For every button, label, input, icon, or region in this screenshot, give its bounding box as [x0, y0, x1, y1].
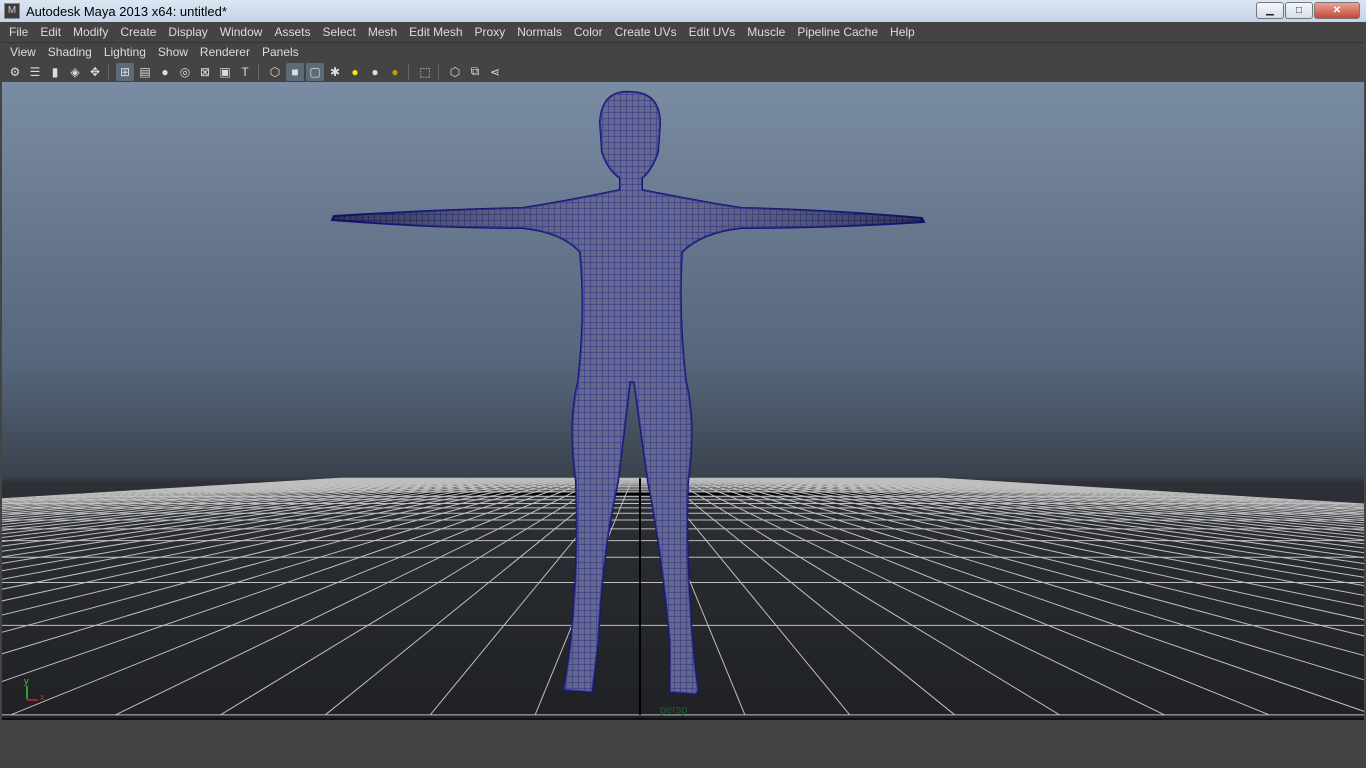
mesh-body [330, 90, 926, 696]
camera-attributes-icon[interactable]: ☰ [26, 63, 44, 81]
bookmark-icon[interactable]: ▮ [46, 63, 64, 81]
smooth-shade-icon[interactable]: ■ [286, 62, 304, 81]
window-title: Autodesk Maya 2013 x64: untitled* [26, 3, 227, 19]
menu-file[interactable]: File [3, 25, 34, 39]
close-button[interactable]: ✕ [1314, 2, 1360, 19]
isolate-select-icon[interactable]: ⬚ [416, 63, 434, 81]
high-quality-icon[interactable]: ● [386, 63, 404, 81]
use-all-lights-icon[interactable]: ● [346, 63, 364, 81]
textured-icon[interactable]: ✱ [326, 63, 344, 81]
menu-display[interactable]: Display [162, 25, 213, 39]
safe-action-icon[interactable]: ▣ [216, 63, 234, 81]
panel-menu-view[interactable]: View [4, 45, 42, 59]
menu-proxy[interactable]: Proxy [469, 25, 512, 39]
main-menu-bar: File Edit Modify Create Display Window Assets S… [0, 22, 1366, 42]
wireframe-icon[interactable]: ⬡ [266, 63, 284, 81]
panel-menu-lighting[interactable]: Lighting [98, 45, 152, 59]
select-camera-icon[interactable]: ⚙ [6, 63, 24, 81]
field-chart-icon[interactable]: ⊠ [196, 63, 214, 81]
xray-icon[interactable]: ⬡ [446, 63, 464, 81]
resolution-gate-icon[interactable]: ● [156, 63, 174, 81]
menu-window[interactable]: Window [214, 25, 269, 39]
axis-y-label: y [24, 676, 29, 686]
camera-label: persp [660, 704, 688, 716]
gate-mask-icon[interactable]: ◎ [176, 63, 194, 81]
perspective-viewport[interactable]: y x persp [2, 82, 1364, 720]
title-bar: M Autodesk Maya 2013 x64: untitled* ▁ □ … [0, 0, 1366, 22]
menu-assets[interactable]: Assets [268, 25, 316, 39]
share-icon[interactable]: ⋖ [486, 63, 504, 81]
toolbar-separator [258, 63, 262, 80]
axis-x-label: x [40, 692, 45, 702]
2d-pan-zoom-icon[interactable]: ✥ [86, 63, 104, 81]
panel-menu-panels[interactable]: Panels [256, 45, 305, 59]
panel-toolbar: ⚙ ☰ ▮ ◈ ✥ ⊞ ▤ ● ◎ ⊠ ▣ T ⬡ ■ ▢ ✱ ● ● ● ⬚ ⬡ ⧉ ⋖ [2, 61, 1364, 82]
toolbar-separator [408, 63, 412, 80]
maximize-button[interactable]: □ [1285, 2, 1313, 19]
shadows-icon[interactable]: ● [366, 63, 384, 81]
panel-menu-bar: View Shading Lighting Show Renderer Panels [2, 42, 1364, 61]
menu-edit-uvs[interactable]: Edit UVs [683, 25, 742, 39]
maya-app-icon[interactable]: M [4, 3, 20, 19]
xray-joints-icon[interactable]: ⧉ [466, 63, 484, 81]
menu-muscle[interactable]: Muscle [741, 25, 791, 39]
toolbar-separator [438, 63, 442, 80]
toolbar-separator [108, 63, 112, 80]
panel-menu-shading[interactable]: Shading [42, 45, 98, 59]
wireframe-on-shaded-icon[interactable]: ▢ [306, 62, 324, 81]
menu-pipeline-cache[interactable]: Pipeline Cache [791, 25, 884, 39]
menu-edit-mesh[interactable]: Edit Mesh [403, 25, 468, 39]
menu-select[interactable]: Select [316, 25, 361, 39]
image-plane-icon[interactable]: ◈ [66, 63, 84, 81]
menu-create[interactable]: Create [114, 25, 162, 39]
menu-modify[interactable]: Modify [67, 25, 114, 39]
menu-edit[interactable]: Edit [34, 25, 67, 39]
menu-normals[interactable]: Normals [511, 25, 568, 39]
human-mesh-model[interactable] [2, 82, 1364, 720]
menu-help[interactable]: Help [884, 25, 921, 39]
grid-icon[interactable]: ⊞ [116, 62, 134, 81]
minimize-button[interactable]: ▁ [1256, 2, 1284, 19]
panel-menu-renderer[interactable]: Renderer [194, 45, 256, 59]
menu-color[interactable]: Color [568, 25, 609, 39]
film-gate-icon[interactable]: ▤ [136, 63, 154, 81]
panel-menu-show[interactable]: Show [152, 45, 194, 59]
menu-mesh[interactable]: Mesh [362, 25, 403, 39]
axis-indicator: y x [24, 676, 45, 702]
menu-create-uvs[interactable]: Create UVs [609, 25, 683, 39]
safe-title-icon[interactable]: T [236, 63, 254, 81]
